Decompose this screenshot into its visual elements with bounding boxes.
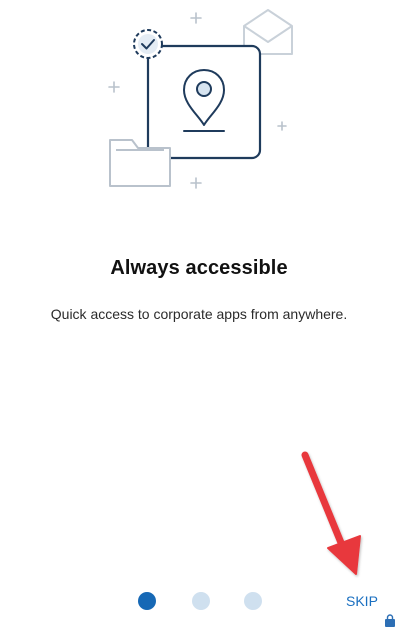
page-dot-3[interactable] (244, 592, 262, 610)
onboarding-description: Quick access to corporate apps from anyw… (50, 306, 348, 322)
onboarding-illustration (108, 9, 293, 189)
page-indicator (136, 592, 266, 612)
check-badge-icon (133, 29, 163, 59)
card-frame (146, 44, 262, 160)
page-dot-1[interactable] (138, 592, 156, 610)
page-dot-2[interactable] (192, 592, 210, 610)
onboarding-screen: Always accessible Quick access to corpor… (0, 0, 398, 629)
onboarding-headline: Always accessible (110, 257, 288, 279)
lock-icon (385, 614, 395, 627)
skip-button[interactable]: SKIP (346, 593, 378, 609)
